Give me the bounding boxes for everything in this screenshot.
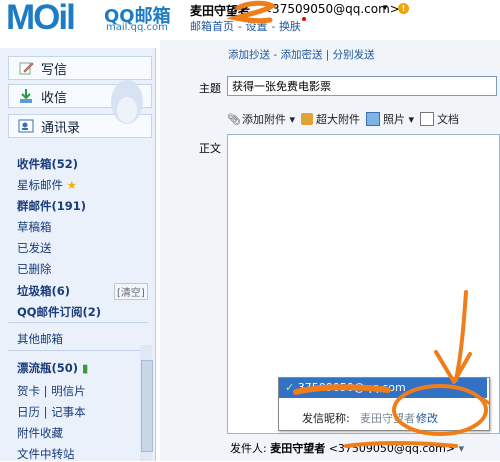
circle-annotation <box>392 384 488 436</box>
scribble-header <box>226 0 277 24</box>
scribble-sender-email <box>344 441 458 448</box>
scribble-dropdown-email <box>293 384 391 395</box>
annotation-overlay <box>226 0 491 448</box>
arrow-annotation <box>434 290 472 384</box>
